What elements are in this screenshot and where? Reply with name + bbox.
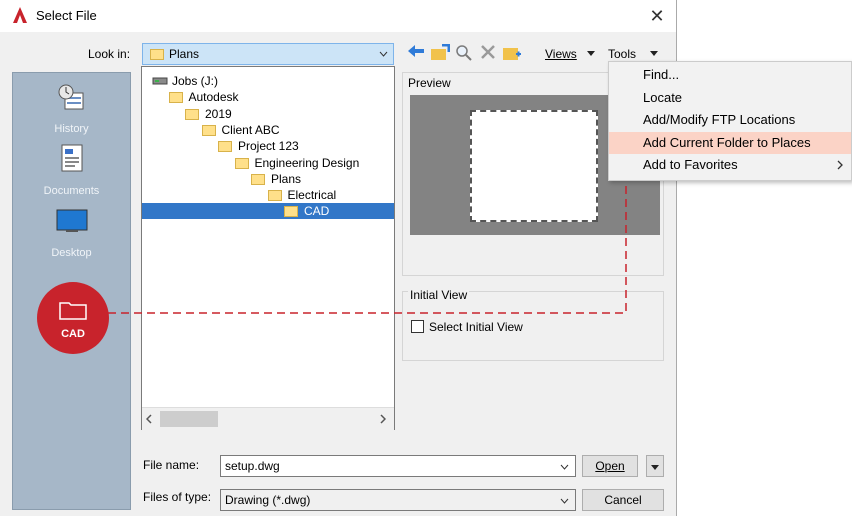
menu-item[interactable]: Find... xyxy=(609,64,851,86)
new-place-label: CAD xyxy=(61,328,85,340)
menu-item[interactable]: Add/Modify FTP Locations xyxy=(609,109,851,131)
menu-item[interactable]: Add to Favorites xyxy=(609,154,851,176)
menu-item[interactable]: Locate xyxy=(609,87,851,109)
menu-item-label: Add/Modify FTP Locations xyxy=(643,112,796,127)
menu-item[interactable]: Add Current Folder to Places xyxy=(609,131,851,154)
tools-menu: Find... Locate Add/Modify FTP Locations Add… xyxy=(608,61,852,181)
chevron-right-icon xyxy=(837,160,843,170)
menu-item-label: Find... xyxy=(643,67,680,82)
folder-icon xyxy=(59,302,87,320)
new-place-cad-badge: CAD xyxy=(37,282,109,354)
menu-item-label: Add Current Folder to Places xyxy=(643,134,811,150)
menu-item-label: Locate xyxy=(643,89,683,105)
menu-item-label: Add to Favorites xyxy=(643,157,738,172)
